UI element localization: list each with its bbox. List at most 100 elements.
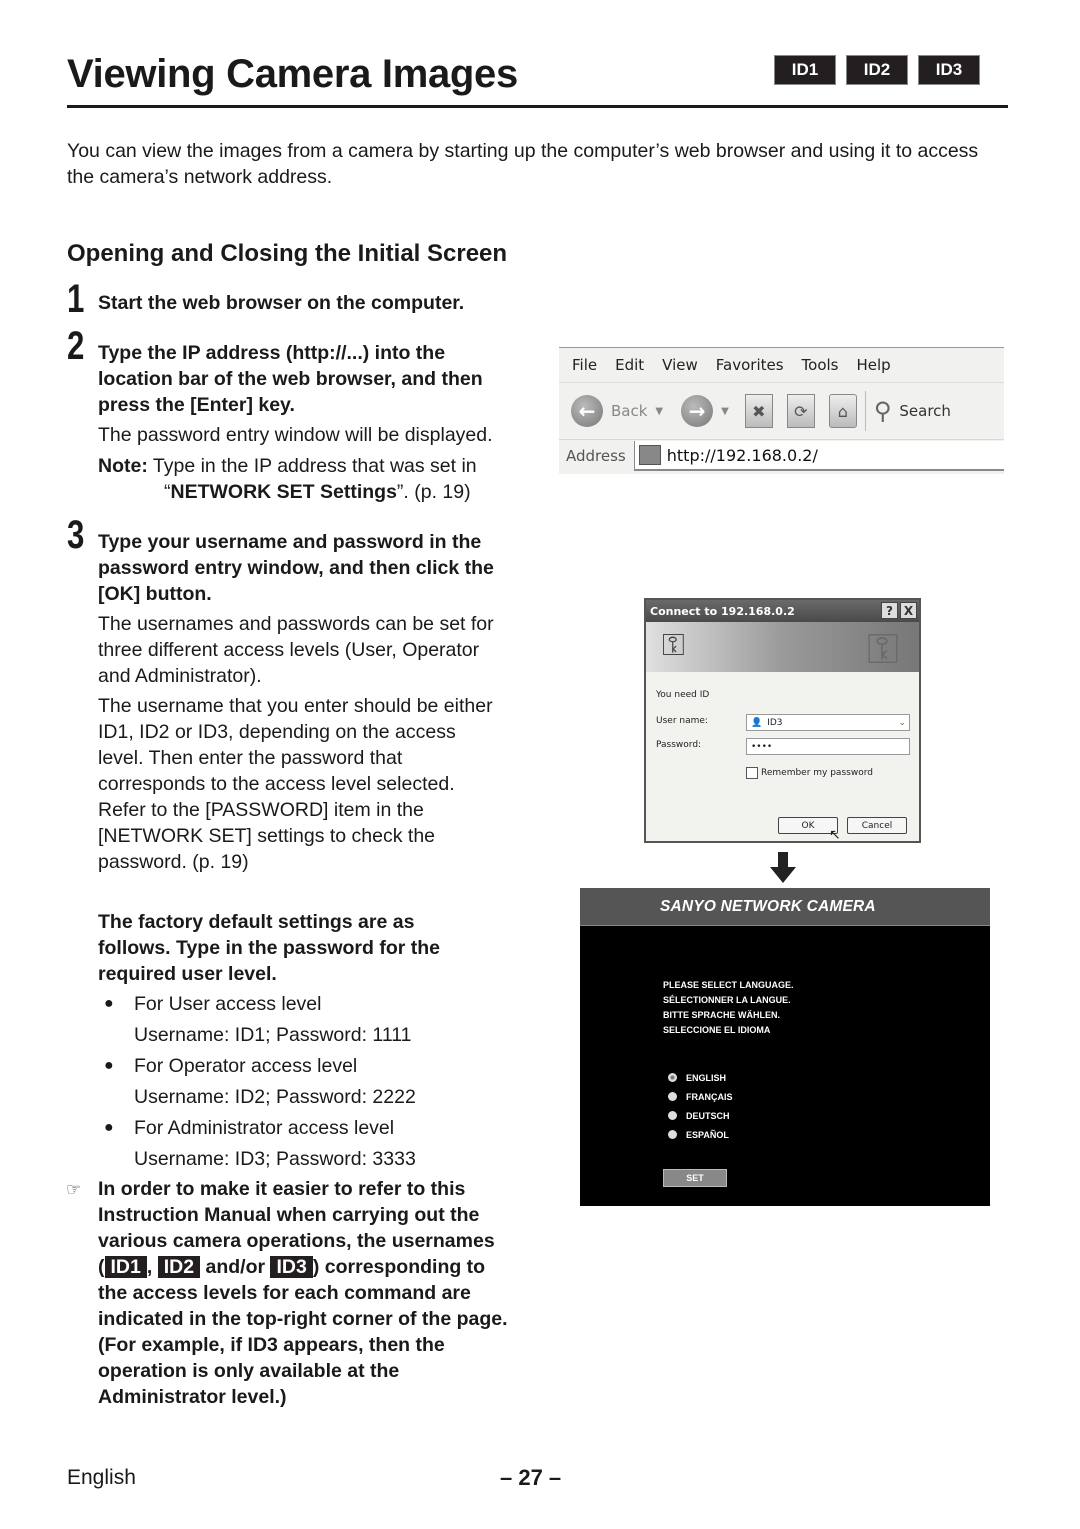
default-operator-credentials: Username: ID2; Password: 2222 (134, 1086, 416, 1108)
prompt-spanish: SELECCIONE EL IDIOMA (663, 1025, 771, 1035)
menu-file[interactable]: File (572, 356, 597, 374)
step-2-detail: The password entry window will be displa… (98, 424, 493, 446)
dialog-title: Connect to 192.168.0.2 (650, 604, 795, 618)
back-arrow-icon[interactable]: ← (571, 395, 603, 427)
browser-address-bar: Address http://192.168.0.2/ (559, 440, 1004, 472)
refresh-icon[interactable]: ⟳ (786, 394, 815, 428)
address-label: Address (566, 447, 626, 465)
page-title: Viewing Camera Images (67, 52, 518, 96)
note-page-ref: ”. (p. 19) (396, 481, 471, 503)
defaults-intro: The factory default settings are as foll… (98, 911, 441, 985)
browser-toolbar-screenshot: File Edit View Favorites Tools Help ← Ba… (559, 347, 1004, 474)
page-number: – 27 – (500, 1465, 562, 1490)
prompt-english: PLEASE SELECT LANGUAGE. (663, 980, 794, 990)
radio-spanish[interactable]: ESPAÑOL (668, 1125, 733, 1144)
access-level-badges: ID1 ID2 ID3 (774, 55, 980, 85)
radio-english[interactable]: ENGLISH (668, 1068, 733, 1087)
username-combobox[interactable]: 👤 ID3 ⌄ (746, 714, 910, 731)
back-dropdown-icon[interactable]: ▼ (655, 406, 663, 417)
step-3-number: 3 (67, 513, 85, 557)
keys-watermark-icon: ⚿ (867, 624, 899, 673)
search-icon[interactable]: ⚲ (874, 397, 892, 425)
home-icon[interactable]: ⌂ (828, 394, 857, 428)
prompt-french: SÉLECTIONNER LA LANGUE. (663, 995, 791, 1005)
default-operator-level: ● For Operator access level (104, 1055, 358, 1077)
default-user-credentials: Username: ID1; Password: 1111 (134, 1024, 412, 1046)
address-input[interactable]: http://192.168.0.2/ (633, 441, 1004, 471)
forward-dropdown-icon[interactable]: ▼ (721, 406, 729, 417)
note-reference: NETWORK SET Settings (170, 481, 397, 503)
title-divider (67, 105, 1008, 108)
browser-toolbar: ← Back ▼ → ▼ ✖ ⟳ ⌂ ⚲ Search (559, 383, 1004, 440)
camera-header: SANYO NETWORK CAMERA (580, 888, 990, 926)
set-button[interactable]: SET (663, 1169, 727, 1187)
mouse-cursor-icon: ↖ (829, 827, 841, 843)
dialog-titlebar: Connect to 192.168.0.2 ? X (646, 600, 919, 622)
user-icon: 👤 (751, 717, 763, 728)
camera-language-screen: SANYO NETWORK CAMERA PLEASE SELECT LANGU… (580, 888, 990, 1206)
search-button-label[interactable]: Search (899, 402, 951, 420)
id1-badge: ID1 (774, 55, 836, 85)
bullet-icon: ● (104, 1057, 114, 1074)
tip-paragraph: In order to make it easier to refer to t… (98, 1178, 508, 1408)
note-label: Note: (98, 455, 148, 477)
inline-id2-badge: ID2 (157, 1256, 201, 1278)
radio-french[interactable]: FRANÇAIS (668, 1087, 733, 1106)
note-text: Type in the IP address that was set in (152, 455, 477, 477)
menu-favorites[interactable]: Favorites (716, 356, 784, 374)
note-quote-open: “ (164, 481, 171, 503)
defaults-list: ● For User access level Username: ID1; Pa… (104, 991, 524, 1172)
radio-german[interactable]: DEUTSCH (668, 1106, 733, 1125)
remember-password-checkbox[interactable]: Remember my password (746, 767, 873, 779)
inline-id1-badge: ID1 (104, 1256, 147, 1278)
stop-icon[interactable]: ✖ (744, 394, 773, 428)
down-arrow-icon (770, 852, 796, 883)
language-radio-group: ENGLISH FRANÇAIS DEUTSCH ESPAÑOL (668, 1068, 733, 1144)
prompt-german: BITTE SPRACHE WÄHLEN. (663, 1010, 780, 1020)
keys-icon: ⚿ (662, 628, 685, 663)
forward-arrow-icon[interactable]: → (681, 395, 714, 427)
menu-view[interactable]: View (662, 356, 698, 374)
page-icon (638, 445, 661, 465)
cancel-button[interactable]: Cancel (847, 817, 907, 834)
back-button-label[interactable]: Back (611, 402, 647, 420)
radio-icon[interactable] (668, 1130, 677, 1139)
dialog-body: You need ID User name: 👤 ID3 ⌄ Password:… (646, 672, 919, 843)
toolbar-separator (864, 391, 866, 431)
login-dialog: Connect to 192.168.0.2 ? X ⚿ ⚿ You need … (644, 598, 921, 843)
menu-edit[interactable]: Edit (615, 356, 644, 374)
chevron-down-icon[interactable]: ⌄ (898, 718, 906, 728)
language-prompts: PLEASE SELECT LANGUAGE. SÉLECTIONNER LA … (663, 978, 794, 1038)
step-3-detail-username: The username that you enter should be ei… (98, 695, 493, 873)
default-user-level: ● For User access level (104, 993, 322, 1015)
step-2-number: 2 (67, 324, 85, 368)
step-2-instruction: Type the IP address (http://...) into th… (98, 342, 483, 416)
radio-icon[interactable] (668, 1092, 677, 1101)
pointing-hand-icon: ☞ (66, 1180, 82, 1199)
step-3-instruction: Type your username and password in the p… (98, 531, 494, 605)
default-admin-level: ● For Administrator access level (104, 1117, 395, 1139)
intro-paragraph: You can view the images from a camera by… (67, 140, 979, 188)
checkbox-icon[interactable] (746, 767, 758, 779)
default-admin-credentials: Username: ID3; Password: 3333 (134, 1148, 416, 1170)
dialog-prompt: You need ID (656, 690, 710, 700)
menu-tools[interactable]: Tools (802, 356, 839, 374)
username-label: User name: (656, 716, 708, 726)
step-1-number: 1 (67, 277, 85, 321)
browser-menubar: File Edit View Favorites Tools Help (559, 348, 1004, 383)
menu-help[interactable]: Help (857, 356, 891, 374)
password-input[interactable]: •••• (746, 738, 910, 755)
step-1-instruction: Start the web browser on the computer. (98, 292, 465, 314)
radio-icon[interactable] (668, 1111, 677, 1120)
id3-badge: ID3 (918, 55, 980, 85)
password-label: Password: (656, 740, 702, 750)
close-button[interactable]: X (900, 602, 917, 619)
bullet-icon: ● (104, 1119, 114, 1136)
dialog-banner: ⚿ ⚿ (646, 622, 919, 673)
footer-language: English (67, 1466, 136, 1489)
section-heading: Opening and Closing the Initial Screen (67, 240, 508, 267)
help-button[interactable]: ? (881, 602, 898, 619)
radio-selected-icon[interactable] (668, 1073, 677, 1082)
step-2-note: Note: Type in the IP address that was se… (98, 453, 538, 505)
inline-id3-badge: ID3 (270, 1256, 313, 1278)
